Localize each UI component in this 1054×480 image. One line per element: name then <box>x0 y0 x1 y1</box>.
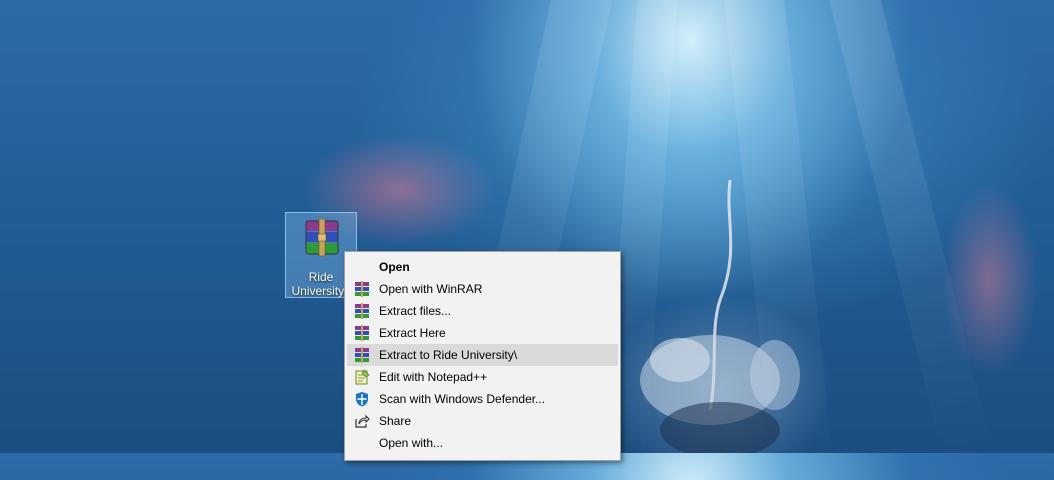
rar-archive-icon <box>305 219 339 257</box>
wallpaper-astronaut <box>640 179 800 453</box>
winrar-icon <box>355 325 369 341</box>
menu-item-open-with-winrar[interactable]: Open with WinRAR <box>347 278 618 300</box>
context-menu: Open Open with WinRAR Extract files... E… <box>344 251 621 461</box>
desktop-background[interactable]: Ride University.r Open Open with WinRAR … <box>0 0 1054 480</box>
winrar-icon <box>355 281 369 297</box>
menu-item-extract-to-folder[interactable]: Extract to Ride University\ <box>347 344 618 366</box>
menu-item-edit-with-notepad-plus-plus[interactable]: Edit with Notepad++ <box>347 366 618 388</box>
notepad-plus-plus-icon <box>355 369 370 385</box>
menu-item-open-with[interactable]: Open with... <box>347 432 618 454</box>
menu-item-extract-files[interactable]: Extract files... <box>347 300 618 322</box>
winrar-icon <box>355 303 369 319</box>
menu-item-open[interactable]: Open <box>347 256 618 278</box>
windows-defender-icon <box>356 392 368 407</box>
share-icon <box>355 414 370 428</box>
menu-item-extract-here[interactable]: Extract Here <box>347 322 618 344</box>
winrar-icon <box>355 347 369 363</box>
menu-item-scan-windows-defender[interactable]: Scan with Windows Defender... <box>347 388 618 410</box>
menu-item-share[interactable]: Share <box>347 410 618 432</box>
